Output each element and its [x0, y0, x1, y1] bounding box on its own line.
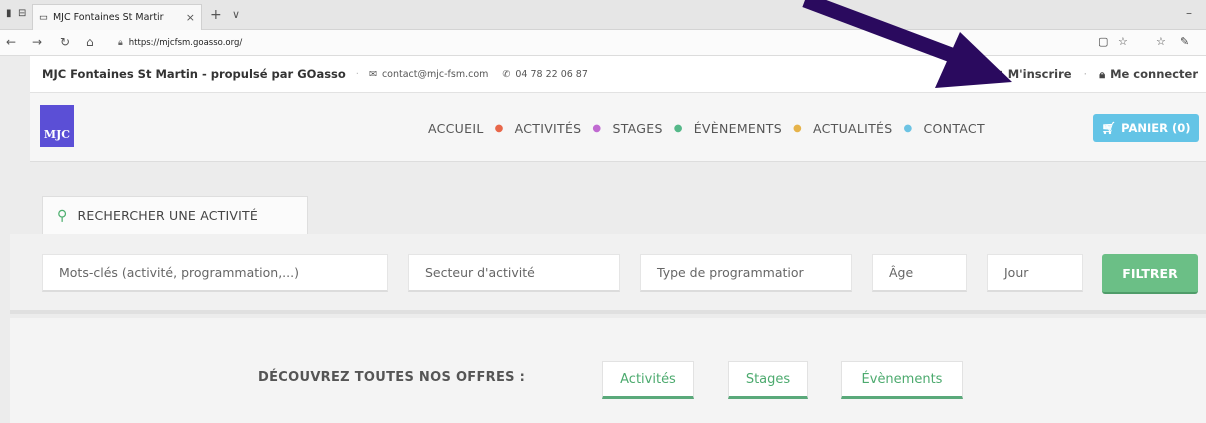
site-logo[interactable]: MJC — [40, 105, 74, 147]
filter-button[interactable]: FILTRER — [1102, 254, 1198, 294]
menu-dot: ● — [792, 122, 802, 134]
reading-view-icon[interactable]: ▢ — [1098, 35, 1108, 48]
site-header: MJC ACCUEIL ● ACTIVITÉS ● STAGES ● ÉVÈNE… — [30, 92, 1206, 162]
favorite-star-icon[interactable]: ☆ — [1118, 35, 1128, 48]
search-tab-label: RECHERCHER UNE ACTIVITÉ — [77, 208, 258, 223]
phone-icon: ✆ — [502, 68, 511, 80]
lock-icon: 🔒︎ — [118, 38, 123, 48]
tab-title: MJC Fontaines St Martir — [52, 12, 164, 23]
browser-tab[interactable]: ▭ MJC Fontaines St Martir × — [32, 4, 202, 30]
refresh-icon[interactable]: ↻ — [60, 35, 70, 49]
address-bar[interactable]: 🔒︎ https://mjcfsm.goasso.org/ — [114, 33, 1174, 53]
phone-text: 04 78 22 06 87 — [515, 68, 588, 80]
menu-item-stages[interactable]: STAGES — [612, 121, 662, 136]
menu-item-contact[interactable]: CONTACT — [924, 121, 985, 136]
filter-bar: Mots-clés (activité, programmation,...) … — [10, 234, 1206, 314]
menu-item-activites[interactable]: ACTIVITÉS — [515, 121, 582, 136]
site-brand: MJC Fontaines St Martin - propulsé par G… — [42, 67, 346, 81]
offer-events-button[interactable]: Évènements — [841, 361, 963, 399]
cart-icon: 🛒︎ — [1101, 121, 1117, 135]
browser-nav-bar: ← → ↻ ⌂ 🔒︎ https://mjcfsm.goasso.org/ ▢ … — [0, 30, 1206, 56]
url-text: https://mjcfsm.goasso.org/ — [128, 38, 243, 48]
email-link[interactable]: ✉ contact@mjc-fsm.com — [369, 69, 488, 80]
offers-section: DÉCOUVREZ TOUTES NOS OFFRES : Activités … — [10, 318, 1206, 423]
offer-stages-button[interactable]: Stages — [728, 361, 808, 399]
back-icon[interactable]: ← — [6, 35, 16, 49]
page-icon: ▭ — [39, 12, 48, 23]
contact-bar: MJC Fontaines St Martin - propulsé par G… — [30, 56, 1206, 92]
logo-text: MJC — [43, 128, 71, 141]
search-icon: ⚲ — [57, 207, 68, 224]
menu-item-evenements[interactable]: ÉVÈNEMENTS — [694, 121, 782, 136]
register-label: M'inscrire — [1007, 67, 1072, 81]
login-link[interactable]: 🔒︎ Me connecter — [1099, 67, 1198, 82]
phone-link[interactable]: ✆ 04 78 22 06 87 — [502, 69, 588, 80]
new-tab-icon[interactable]: + — [210, 7, 222, 23]
pen-icon[interactable]: ✎ — [1180, 35, 1189, 48]
menu-dot: ● — [903, 122, 913, 134]
cart-label: PANIER (0) — [1121, 121, 1191, 135]
menu-dot: ● — [673, 122, 683, 134]
separator: · — [1083, 67, 1088, 81]
age-select[interactable]: Âge — [872, 254, 967, 292]
tab-list-icon[interactable]: ∨ — [232, 8, 240, 21]
menu-item-accueil[interactable]: ACCUEIL — [428, 121, 484, 136]
offers-label: DÉCOUVREZ TOUTES NOS OFFRES : — [258, 370, 526, 385]
plus-square-icon: ⊞ — [993, 68, 1003, 81]
web-page: MJC Fontaines St Martin - propulsé par G… — [0, 56, 1206, 423]
main-menu: ACCUEIL ● ACTIVITÉS ● STAGES ● ÉVÈNEMENT… — [428, 93, 985, 163]
lock-icon: 🔒︎ — [1099, 67, 1106, 81]
tab-preview-icon[interactable]: ⊟ — [18, 8, 32, 22]
menu-dot: ● — [494, 122, 504, 134]
email-text: contact@mjc-fsm.com — [381, 68, 489, 80]
program-type-select[interactable]: Type de programmatior — [640, 254, 852, 292]
browser-tab-bar: ▮ ⊟ ▭ MJC Fontaines St Martir × + ∨ – — [0, 0, 1206, 30]
cart-button[interactable]: 🛒︎ PANIER (0) — [1093, 114, 1199, 142]
menu-item-actualites[interactable]: ACTUALITÉS — [813, 121, 893, 136]
account-links: ⊞ M'inscrire · 🔒︎ Me connecter — [993, 56, 1198, 92]
login-label: Me connecter — [1110, 66, 1198, 81]
separator: · — [355, 68, 359, 80]
search-activity-tab[interactable]: ⚲ RECHERCHER UNE ACTIVITÉ — [42, 196, 308, 234]
home-icon[interactable]: ⌂ — [86, 35, 94, 49]
menu-dot: ● — [592, 122, 602, 134]
close-tab-icon[interactable]: × — [186, 11, 195, 24]
register-link[interactable]: ⊞ M'inscrire — [993, 67, 1071, 81]
keywords-input[interactable]: Mots-clés (activité, programmation,...) — [42, 254, 388, 292]
envelope-icon: ✉ — [368, 68, 377, 80]
minimize-icon[interactable]: – — [1186, 6, 1192, 20]
offer-activities-button[interactable]: Activités — [602, 361, 694, 399]
day-select[interactable]: Jour — [987, 254, 1083, 292]
favorites-icon[interactable]: ☆ — [1156, 35, 1166, 48]
forward-icon[interactable]: → — [32, 35, 42, 49]
sector-select[interactable]: Secteur d'activité — [408, 254, 620, 292]
